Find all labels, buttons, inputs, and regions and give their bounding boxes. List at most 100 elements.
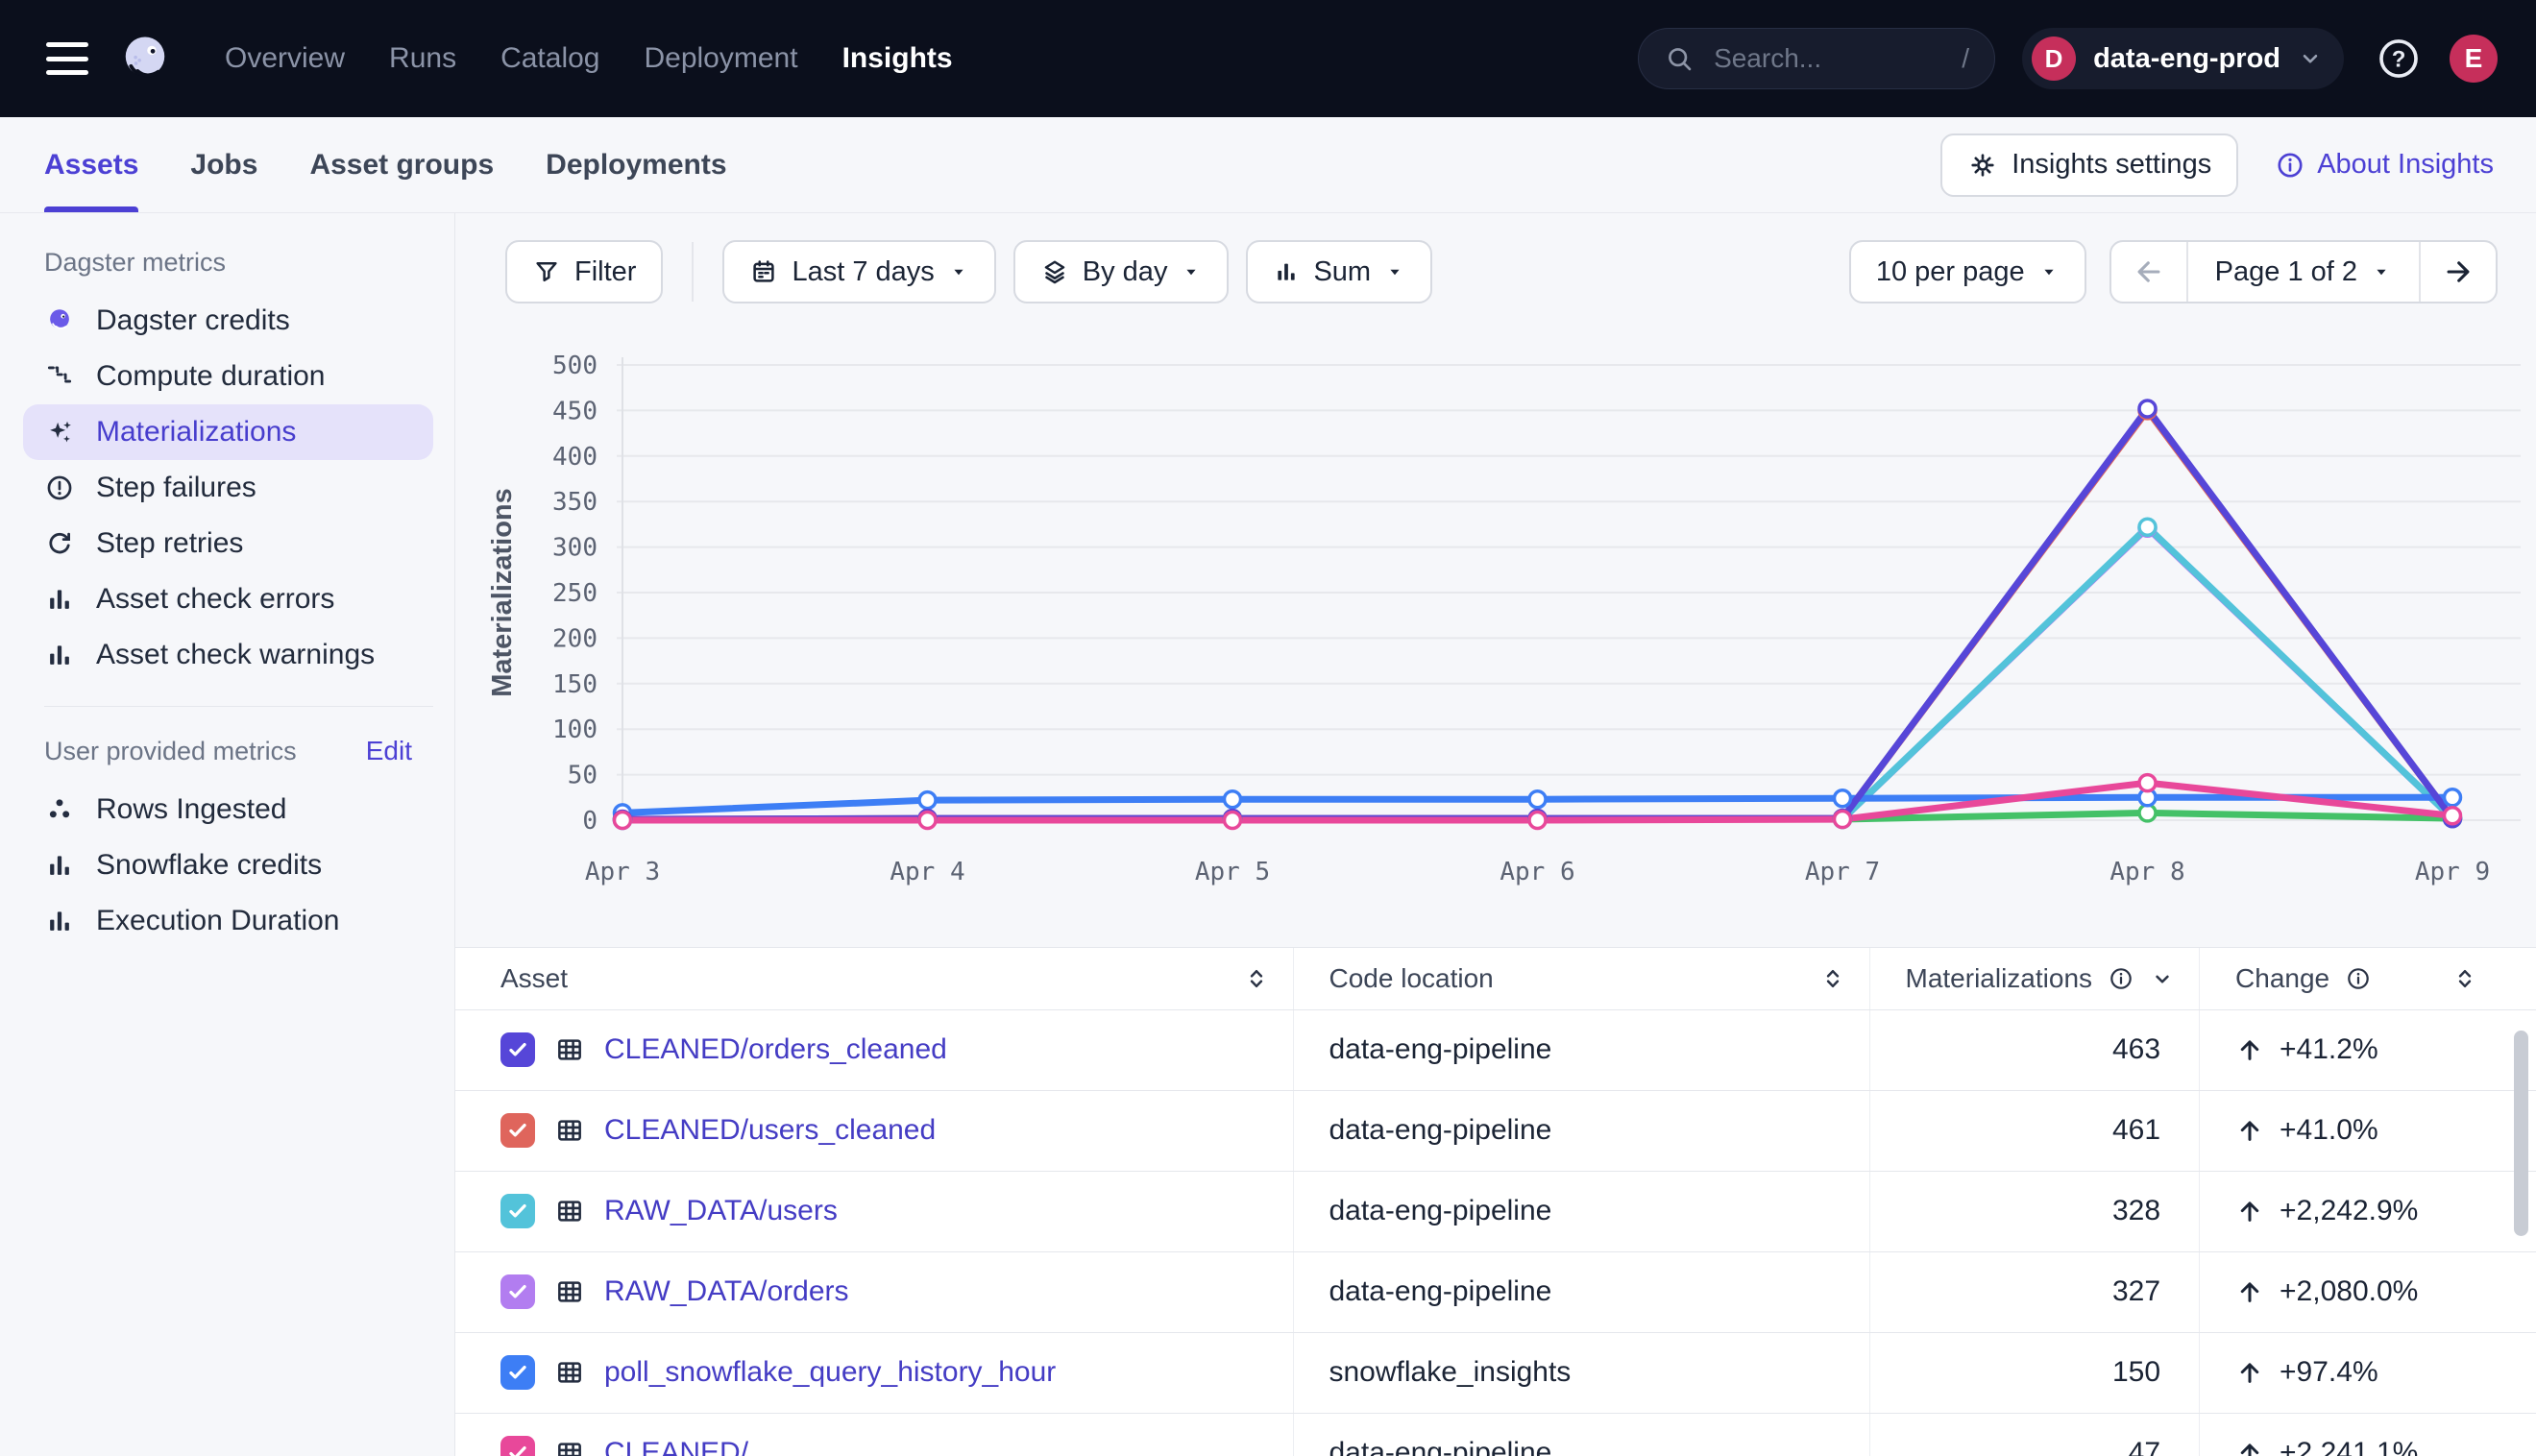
asset-link[interactable]: RAW_DATA/orders [604,1275,849,1308]
asset-link[interactable]: CLEANED/users_cleaned [604,1114,936,1147]
tab-asset-groups[interactable]: Asset groups [309,117,494,212]
tab-jobs[interactable]: Jobs [190,117,257,212]
y-tick-label: 500 [552,352,597,380]
tab-assets[interactable]: Assets [44,117,138,212]
chart-point[interactable] [1225,813,1241,829]
pagination-control: Page 1 of 2 [2109,240,2498,303]
dagster-logo[interactable] [119,33,171,85]
x-tick-label: Apr 3 [585,858,660,886]
chevron-down-icon [2298,46,2323,71]
aggregation-button[interactable]: Sum [1246,240,1432,303]
table-row: poll_snowflake_query_history_hour snowfl… [455,1332,2536,1413]
column-header-change[interactable]: Change [2200,948,2536,1009]
code-location-value: data-eng-pipeline [1295,1195,1868,1227]
table-row: CLEANED/orders_cleaned data-eng-pipeline… [455,1009,2536,1090]
series-checkbox[interactable] [500,1355,535,1390]
chart-point[interactable] [919,813,936,829]
sidebar-item-asset-check-warnings[interactable]: Asset check warnings [23,627,433,683]
sidebar-item-asset-check-errors[interactable]: Asset check errors [23,571,433,627]
hamburger-menu-icon[interactable] [46,42,88,75]
refresh-icon [44,528,75,559]
search-input[interactable] [1712,42,1944,75]
sort-icon[interactable] [1820,966,1845,991]
arrow-up-icon [2235,1439,2264,1456]
chart-point[interactable] [2445,789,2461,806]
organization-switcher[interactable]: D data-eng-prod [2022,28,2344,89]
chart-point[interactable] [2139,400,2156,417]
y-tick-label: 100 [552,716,597,744]
info-icon[interactable] [2108,965,2134,992]
series-checkbox[interactable] [500,1032,535,1067]
chart-point[interactable] [1835,790,1851,807]
chart-point[interactable] [2139,775,2156,791]
date-range-button[interactable]: Last 7 days [722,240,995,303]
user-avatar[interactable]: E [2450,35,2498,83]
chevron-down-icon[interactable] [2150,966,2175,991]
chart-point[interactable] [615,813,631,829]
asset-link[interactable]: RAW_DATA/users [604,1195,838,1227]
per-page-button[interactable]: 10 per page [1849,240,2086,303]
chart-point[interactable] [2445,808,2461,824]
series-checkbox[interactable] [500,1113,535,1148]
nav-deployment[interactable]: Deployment [644,42,797,75]
insights-settings-button[interactable]: Insights settings [1940,133,2238,197]
user-metrics-section-title: User provided metrics [44,737,297,766]
edit-metrics-link[interactable]: Edit [366,736,412,766]
sort-icon[interactable] [2452,966,2477,991]
series-checkbox[interactable] [500,1274,535,1309]
y-tick-label: 150 [552,670,597,699]
insights-tabs: Assets Jobs Asset groups Deployments [0,117,727,212]
asset-link[interactable]: CLEANED/… [604,1437,777,1456]
chart-point[interactable] [2139,519,2156,535]
nav-insights[interactable]: Insights [842,42,953,75]
sidebar-item-materializations[interactable]: Materializations [23,404,433,460]
nav-runs[interactable]: Runs [389,42,456,75]
materializations-value: 150 [1869,1332,2200,1413]
filter-button[interactable]: Filter [505,240,663,303]
series-checkbox[interactable] [500,1436,535,1456]
chart-point[interactable] [1225,791,1241,808]
series-checkbox[interactable] [500,1194,535,1228]
chart-point[interactable] [1529,791,1546,808]
global-search[interactable]: / [1638,28,1995,89]
table-scrollbar-thumb[interactable] [2514,1031,2528,1236]
chart-point[interactable] [1529,813,1546,829]
sidebar-item-dagster-credits[interactable]: Dagster credits [23,293,433,349]
asset-link[interactable]: CLEANED/orders_cleaned [604,1033,947,1066]
asset-link[interactable]: poll_snowflake_query_history_hour [604,1356,1056,1389]
change-value: +2,242.9% [2280,1195,2418,1227]
sidebar-item-execution-duration[interactable]: Execution Duration [23,893,433,949]
sidebar-item-rows-ingested[interactable]: Rows Ingested [23,782,433,837]
page-indicator-dropdown[interactable]: Page 1 of 2 [2186,242,2421,302]
group-by-button[interactable]: By day [1013,240,1230,303]
about-insights-link[interactable]: About Insights [2275,149,2494,181]
y-tick-label: 350 [552,488,597,517]
arrow-left-icon [2133,255,2165,288]
previous-page-button[interactable] [2111,242,2186,302]
sidebar-item-step-retries[interactable]: Step retries [23,516,433,571]
change-value: +97.4% [2280,1356,2378,1389]
column-header-code-location[interactable]: Code location [1293,948,1869,1009]
dagster-metrics-section-title: Dagster metrics [44,248,226,278]
tab-deployments[interactable]: Deployments [546,117,726,212]
materializations-value: 463 [1869,1009,2200,1090]
help-button[interactable]: ? [2377,36,2421,81]
column-header-asset[interactable]: Asset [455,948,1293,1009]
sort-icon[interactable] [1244,966,1269,991]
chart-point[interactable] [919,792,936,809]
column-header-materializations[interactable]: Materializations [1869,948,2200,1009]
nav-overview[interactable]: Overview [225,42,345,75]
dots-icon [44,794,75,825]
info-icon[interactable] [2345,965,2372,992]
chart-point[interactable] [1835,812,1851,828]
next-page-button[interactable] [2421,242,2496,302]
x-tick-label: Apr 6 [1500,858,1574,886]
sparkle-icon [44,417,75,448]
primary-nav: Overview Runs Catalog Deployment Insight… [225,42,953,75]
sidebar-item-snowflake-credits[interactable]: Snowflake credits [23,837,433,893]
sidebar-item-compute-duration[interactable]: Compute duration [23,349,433,404]
sidebar-item-step-failures[interactable]: Step failures [23,460,433,516]
code-location-value: data-eng-pipeline [1295,1033,1868,1066]
nav-catalog[interactable]: Catalog [500,42,599,75]
dagster-octopus-icon [44,305,75,336]
